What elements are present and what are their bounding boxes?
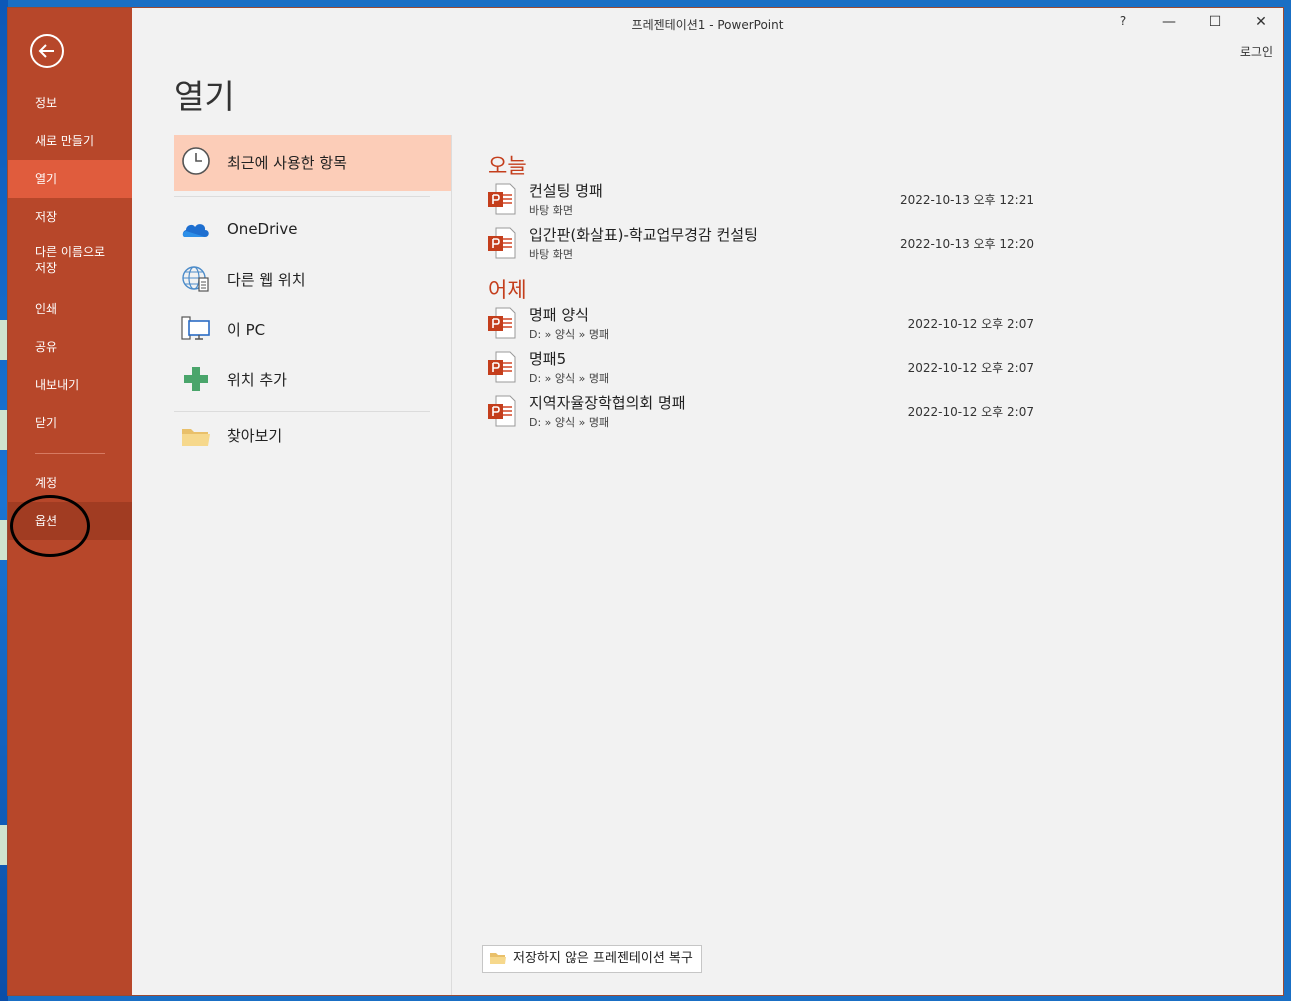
nav-item-print[interactable]: 인쇄 xyxy=(8,290,132,328)
file-name: 컨설팅 명패 xyxy=(529,182,603,200)
login-link[interactable]: 로그인 xyxy=(1240,43,1273,60)
file-date: 2022-10-12 오후 2:07 xyxy=(907,317,1034,331)
group-heading-today: 오늘 xyxy=(488,154,527,178)
location-label: OneDrive xyxy=(227,220,298,238)
file-name: 지역자율장학협의회 명패 xyxy=(529,394,686,412)
recent-file-row[interactable]: 지역자율장학협의회 명패 D: » 양식 » 명패 2022-10-12 오후 … xyxy=(488,392,1048,436)
file-path: D: » 양식 » 명패 xyxy=(529,328,610,341)
window-title: 프레젠테이션1 - PowerPoint xyxy=(631,18,784,32)
pptx-file-icon xyxy=(488,183,516,215)
computer-icon xyxy=(181,316,210,340)
clock-icon xyxy=(182,147,210,175)
close-button[interactable]: ✕ xyxy=(1251,14,1271,30)
file-path: 바탕 화면 xyxy=(529,204,573,217)
pptx-file-icon xyxy=(488,227,516,259)
annotation-circle xyxy=(10,495,90,557)
recent-file-row[interactable]: 입간판(화살표)-학교업무경감 컨설팅 바탕 화면 2022-10-13 오후 … xyxy=(488,224,1048,268)
powerpoint-window: 정보 새로 만들기 열기 저장 다른 이름으로 저장 인쇄 공유 내보내기 닫기… xyxy=(7,7,1284,996)
nav-item-close[interactable]: 닫기 xyxy=(8,404,132,442)
pptx-file-icon xyxy=(488,307,516,339)
maximize-button[interactable]: ☐ xyxy=(1205,14,1225,30)
pptx-file-icon xyxy=(488,395,516,427)
nav-item-share[interactable]: 공유 xyxy=(8,328,132,366)
file-name: 명패 양식 xyxy=(529,306,589,324)
recent-file-row[interactable]: 명패5 D: » 양식 » 명패 2022-10-12 오후 2:07 xyxy=(488,348,1048,392)
recent-file-row[interactable]: 컨설팅 명패 바탕 화면 2022-10-13 오후 12:21 xyxy=(488,180,1048,224)
help-button[interactable]: ? xyxy=(1113,14,1133,28)
nav-item-account[interactable]: 계정 xyxy=(8,464,132,502)
file-path: 바탕 화면 xyxy=(529,248,573,261)
pptx-file-icon xyxy=(488,351,516,383)
nav-item-open[interactable]: 열기 xyxy=(8,160,132,198)
folder-icon xyxy=(490,953,506,964)
folder-icon xyxy=(182,429,210,446)
file-date: 2022-10-12 오후 2:07 xyxy=(907,405,1034,419)
cloud-icon xyxy=(182,224,209,237)
file-date: 2022-10-13 오후 12:20 xyxy=(899,237,1034,251)
recent-file-row[interactable]: 명패 양식 D: » 양식 » 명패 2022-10-12 오후 2:07 xyxy=(488,304,1048,348)
recover-unsaved-button[interactable]: 저장하지 않은 프레젠테이션 복구 xyxy=(482,945,702,973)
nav-item-new[interactable]: 새로 만들기 xyxy=(8,122,132,160)
file-path: D: » 양식 » 명패 xyxy=(529,372,610,385)
file-name: 명패5 xyxy=(529,350,567,368)
file-date: 2022-10-12 오후 2:07 xyxy=(907,361,1034,375)
location-browse[interactable]: 찾아보기 xyxy=(174,409,451,459)
location-onedrive[interactable]: OneDrive xyxy=(174,204,451,254)
recover-label: 저장하지 않은 프레젠테이션 복구 xyxy=(513,951,693,966)
location-label: 최근에 사용한 항목 xyxy=(227,154,347,172)
nav-item-info[interactable]: 정보 xyxy=(8,84,132,122)
minimize-button[interactable]: — xyxy=(1159,14,1179,30)
nav-item-save-as[interactable]: 다른 이름으로 저장 xyxy=(8,241,118,279)
file-name: 입간판(화살표)-학교업무경감 컨설팅 xyxy=(529,226,758,244)
location-label: 위치 추가 xyxy=(227,371,287,389)
nav-divider xyxy=(35,453,105,454)
globe-icon xyxy=(182,266,209,292)
location-label: 이 PC xyxy=(227,321,266,339)
back-arrow-icon xyxy=(38,44,54,58)
page-title: 열기 xyxy=(174,77,235,116)
location-divider xyxy=(174,196,430,197)
location-label: 다른 웹 위치 xyxy=(227,271,306,289)
nav-item-export[interactable]: 내보내기 xyxy=(8,366,132,404)
plus-icon xyxy=(184,367,208,391)
location-add-place[interactable]: 위치 추가 xyxy=(174,353,451,403)
pane-divider xyxy=(451,135,452,995)
location-recent[interactable]: 최근에 사용한 항목 xyxy=(174,135,451,191)
file-path: D: » 양식 » 명패 xyxy=(529,416,610,429)
back-button[interactable] xyxy=(30,34,64,68)
file-date: 2022-10-13 오후 12:21 xyxy=(899,193,1034,207)
group-heading-yesterday: 어제 xyxy=(488,278,527,302)
nav-item-save[interactable]: 저장 xyxy=(8,198,132,236)
location-label: 찾아보기 xyxy=(227,427,283,445)
location-this-pc[interactable]: 이 PC xyxy=(174,303,451,353)
location-other-web[interactable]: 다른 웹 위치 xyxy=(174,253,451,303)
